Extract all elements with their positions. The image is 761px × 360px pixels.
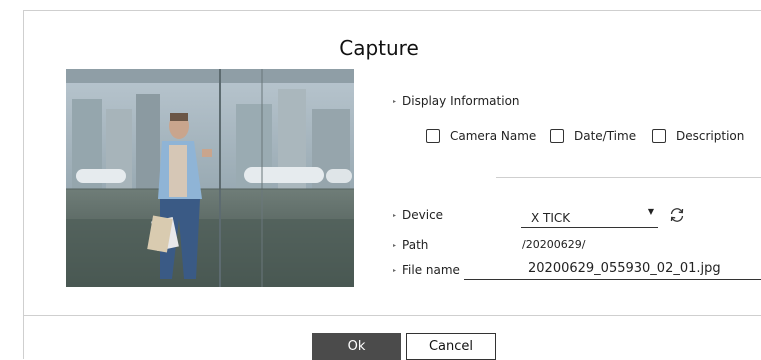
checkbox-box[interactable] bbox=[550, 129, 564, 143]
camera-name-label: Camera Name bbox=[450, 129, 537, 143]
ok-button[interactable]: Ok bbox=[312, 333, 401, 360]
caret-right-icon: ▸ bbox=[393, 267, 397, 274]
file-name-label: ▸ File name bbox=[393, 263, 460, 277]
dialog-title: Capture bbox=[339, 36, 419, 60]
device-label: ▸ Device bbox=[393, 208, 443, 222]
file-name-value: 20200629_055930_02_01.jpg bbox=[528, 261, 721, 276]
chevron-down-icon[interactable]: ▼ bbox=[648, 207, 654, 216]
display-information-text: Display Information bbox=[402, 94, 520, 108]
footer-divider bbox=[24, 315, 761, 316]
refresh-icon[interactable] bbox=[668, 206, 686, 224]
caret-right-icon: ▸ bbox=[393, 212, 397, 219]
device-select-value: X TICK bbox=[531, 211, 571, 225]
checkbox-box[interactable] bbox=[426, 129, 440, 143]
file-name-input[interactable]: 20200629_055930_02_01.jpg bbox=[464, 259, 761, 280]
camera-name-checkbox[interactable]: Camera Name bbox=[426, 129, 536, 143]
display-information-label: ▸ Display Information bbox=[393, 94, 520, 108]
path-label-text: Path bbox=[402, 238, 429, 252]
device-select[interactable]: X TICK ▼ bbox=[521, 207, 658, 228]
date-time-checkbox[interactable]: Date/Time bbox=[550, 129, 636, 143]
description-checkbox[interactable]: Description bbox=[652, 129, 744, 143]
section-divider bbox=[496, 177, 761, 178]
path-value: /20200629/ bbox=[522, 238, 586, 251]
file-name-label-text: File name bbox=[402, 263, 460, 277]
path-label: ▸ Path bbox=[393, 238, 428, 252]
cancel-button[interactable]: Cancel bbox=[406, 333, 496, 360]
caret-right-icon: ▸ bbox=[393, 242, 397, 249]
capture-dialog: Capture ▸ Display Information Camera Nam… bbox=[23, 10, 761, 360]
capture-preview-image bbox=[66, 69, 354, 287]
date-time-label: Date/Time bbox=[574, 129, 637, 143]
device-label-text: Device bbox=[402, 208, 444, 222]
caret-right-icon: ▸ bbox=[393, 98, 397, 105]
checkbox-box[interactable] bbox=[652, 129, 666, 143]
description-label: Description bbox=[676, 129, 745, 143]
